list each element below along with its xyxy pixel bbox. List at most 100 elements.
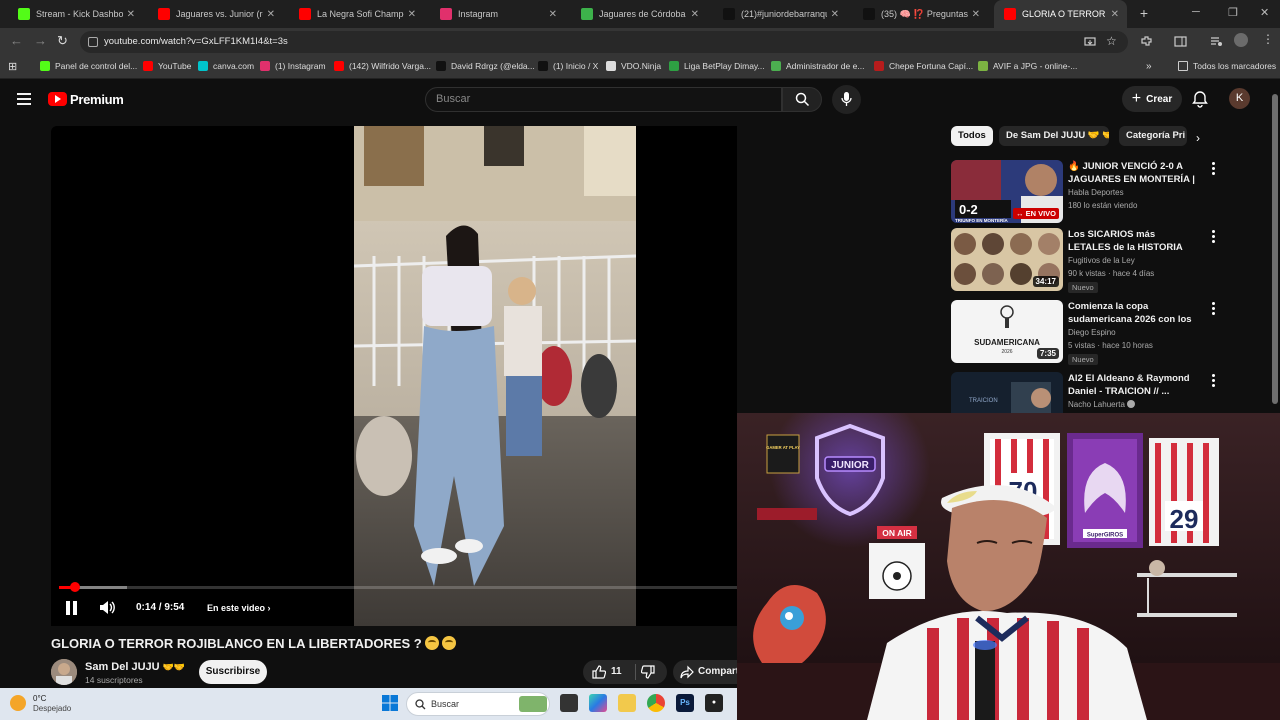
in-this-video-button[interactable]: En este video ›	[207, 603, 271, 613]
address-bar[interactable]: youtube.com/watch?v=GxLFF1KM1I4&t=3s ☆	[80, 31, 1128, 53]
search-input[interactable]	[436, 93, 766, 105]
bookmark-item[interactable]: AVIF a JPG - online-...	[978, 61, 1077, 71]
video-player[interactable]: 0:14 / 9:54 En este video ›	[51, 126, 737, 626]
more-options-icon[interactable]	[1210, 162, 1216, 176]
channel-name[interactable]: Sam Del JUJU 🤝🤝	[85, 661, 185, 673]
browser-tab[interactable]: (35) 🧠 ⁉️ Preguntas rápid ✕	[853, 0, 988, 28]
notifications-bell-icon[interactable]	[1192, 90, 1208, 108]
chip-all[interactable]: Todos	[951, 126, 993, 146]
share-button[interactable]: Compartir	[673, 660, 737, 684]
scrubber-handle[interactable]	[70, 582, 81, 592]
weather-temperature[interactable]: 0°C	[33, 694, 46, 703]
chip-category[interactable]: Categoría Pri	[1119, 126, 1187, 146]
hamburger-menu-icon[interactable]	[17, 93, 31, 105]
more-options-icon[interactable]	[1210, 302, 1216, 316]
close-tab-icon[interactable]: ✕	[408, 9, 416, 20]
reload-icon[interactable]: ↻	[57, 34, 68, 48]
bookmark-item[interactable]: (1) Instagram	[260, 61, 326, 71]
close-window-icon[interactable]: ✕	[1260, 6, 1269, 19]
file-explorer-icon[interactable]	[618, 694, 636, 712]
task-view-icon[interactable]	[560, 694, 578, 712]
bookmark-item[interactable]: Liga BetPlay Dimay...	[669, 61, 765, 71]
voice-search-button[interactable]	[832, 85, 861, 114]
channel-avatar[interactable]	[51, 659, 77, 685]
minimize-icon[interactable]: ─	[1192, 6, 1200, 18]
close-tab-icon[interactable]: ✕	[691, 9, 699, 20]
new-tab-button[interactable]: +	[1136, 5, 1152, 21]
search-button[interactable]	[782, 87, 822, 112]
forward-icon[interactable]: →	[34, 34, 47, 48]
youtube-logo-icon[interactable]	[48, 92, 67, 106]
chip-channel[interactable]: De Sam Del JUJU 🤝 🤝	[999, 126, 1109, 146]
bookmark-item[interactable]: Administrador de e...	[771, 61, 864, 71]
browser-tab[interactable]: (21)#juniordebarranquilla ✕	[713, 0, 847, 28]
close-tab-icon[interactable]: ✕	[972, 9, 980, 20]
extensions-icon[interactable]	[1140, 35, 1153, 48]
like-icon[interactable]	[592, 665, 606, 679]
close-tab-icon[interactable]: ✕	[267, 9, 275, 20]
recommendation-title[interactable]: Al2 El Aldeano & Raymond Daniel - TRAICI…	[1068, 372, 1200, 398]
media-controls-icon[interactable]	[1210, 35, 1223, 48]
maximize-icon[interactable]: ❐	[1228, 6, 1238, 19]
thumbnail[interactable]: SUDAMERICANA 2026 7:35	[951, 300, 1063, 363]
install-icon[interactable]	[1084, 36, 1096, 48]
create-button[interactable]: + Crear	[1122, 86, 1182, 112]
chevron-right-icon[interactable]: ›	[1196, 131, 1200, 145]
recommendation-title[interactable]: Los SICARIOS más LETALES de la HISTORIA	[1068, 228, 1200, 254]
recommendation-item[interactable]: 0-2 TRIUNFO EN MONTERÍA ↔ EN VIVO 🔥 JUNI…	[951, 160, 1241, 224]
site-info-icon[interactable]	[88, 37, 98, 47]
dislike-icon[interactable]	[641, 665, 655, 679]
bookmark-item[interactable]: David Rdrgz (@elda...	[436, 61, 535, 71]
recommendation-item[interactable]: SUDAMERICANA 2026 7:35 Comienza la copa …	[951, 300, 1241, 365]
copilot-icon[interactable]	[589, 694, 607, 712]
browser-tab[interactable]: Stream - Kick Dashboard ✕	[8, 0, 143, 28]
menu-icon[interactable]: ⋮	[1262, 33, 1274, 45]
browser-tab[interactable]: Jaguares vs. Junior (resum ✕	[148, 0, 283, 28]
apps-icon[interactable]: ⊞	[8, 60, 17, 73]
bookmarks-overflow-icon[interactable]: »	[1146, 61, 1152, 72]
close-tab-icon[interactable]: ✕	[1111, 9, 1119, 20]
bookmark-star-icon[interactable]: ☆	[1106, 34, 1117, 48]
recommendation-title[interactable]: 🔥 JUNIOR VENCIÓ 2-0 A JAGUARES EN MONTER…	[1068, 160, 1200, 186]
scrollbar-thumb[interactable]	[1272, 94, 1278, 404]
pause-button[interactable]	[66, 601, 78, 615]
recommendation-title[interactable]: Comienza la copa sudamericana 2026 con l…	[1068, 300, 1200, 326]
bookmark-item[interactable]: YouTube	[143, 61, 191, 71]
windows-start-icon[interactable]	[382, 695, 398, 711]
bookmark-item[interactable]: canva.com	[198, 61, 254, 71]
recommendation-item[interactable]: TRAICION Al2 El Aldeano & Raymond Daniel…	[951, 372, 1241, 414]
side-panel-icon[interactable]	[1174, 35, 1187, 48]
thumbnail[interactable]: TRAICION	[951, 372, 1063, 414]
browser-tab[interactable]: Instagram ✕	[430, 0, 565, 28]
all-bookmarks[interactable]: Todos los marcadores	[1178, 61, 1276, 71]
youtube-premium-brand[interactable]: Premium	[70, 92, 124, 107]
bookmark-item[interactable]: Chepe Fortuna Capí...	[874, 61, 973, 71]
recommendation-channel[interactable]: Fugitivos de la Ley	[1068, 256, 1135, 265]
bookmark-item[interactable]: Panel de control del...	[40, 61, 137, 71]
thumbnail[interactable]: 34:17	[951, 228, 1063, 291]
browser-tab[interactable]: Jaguares de Córdoba Vs Ju ✕	[571, 0, 707, 28]
account-avatar[interactable]: K	[1229, 88, 1250, 109]
recommendation-channel[interactable]: Habla Deportes	[1068, 188, 1124, 197]
more-options-icon[interactable]	[1210, 230, 1216, 244]
search-box[interactable]	[425, 87, 782, 112]
taskbar-search[interactable]: Buscar	[406, 692, 550, 716]
close-tab-icon[interactable]: ✕	[549, 9, 557, 20]
bookmark-item[interactable]: VDO.Ninja	[606, 61, 661, 71]
thumbnail[interactable]: 0-2 TRIUNFO EN MONTERÍA ↔ EN VIVO	[951, 160, 1063, 223]
bookmark-item[interactable]: (142) Wilfrido Varga...	[334, 61, 431, 71]
profile-icon[interactable]	[1234, 33, 1248, 47]
photoshop-icon[interactable]: Ps	[676, 694, 694, 712]
close-tab-icon[interactable]: ✕	[831, 9, 839, 20]
chrome-icon[interactable]	[647, 694, 665, 712]
more-options-icon[interactable]	[1210, 374, 1216, 388]
subscribe-button[interactable]: Suscribirse	[199, 660, 267, 684]
weather-condition[interactable]: Despejado	[33, 704, 71, 713]
back-icon[interactable]: ←	[10, 34, 23, 48]
bookmark-item[interactable]: (1) Inicio / X	[538, 61, 598, 71]
browser-tab[interactable]: La Negra Sofi Champeta A ✕	[289, 0, 424, 28]
volume-icon[interactable]	[99, 600, 116, 615]
obs-icon[interactable]: ●	[705, 694, 723, 712]
browser-tab[interactable]: GLORIA O TERROR RO ✕	[994, 0, 1127, 28]
recommendation-channel[interactable]: Diego Espino	[1068, 328, 1116, 337]
